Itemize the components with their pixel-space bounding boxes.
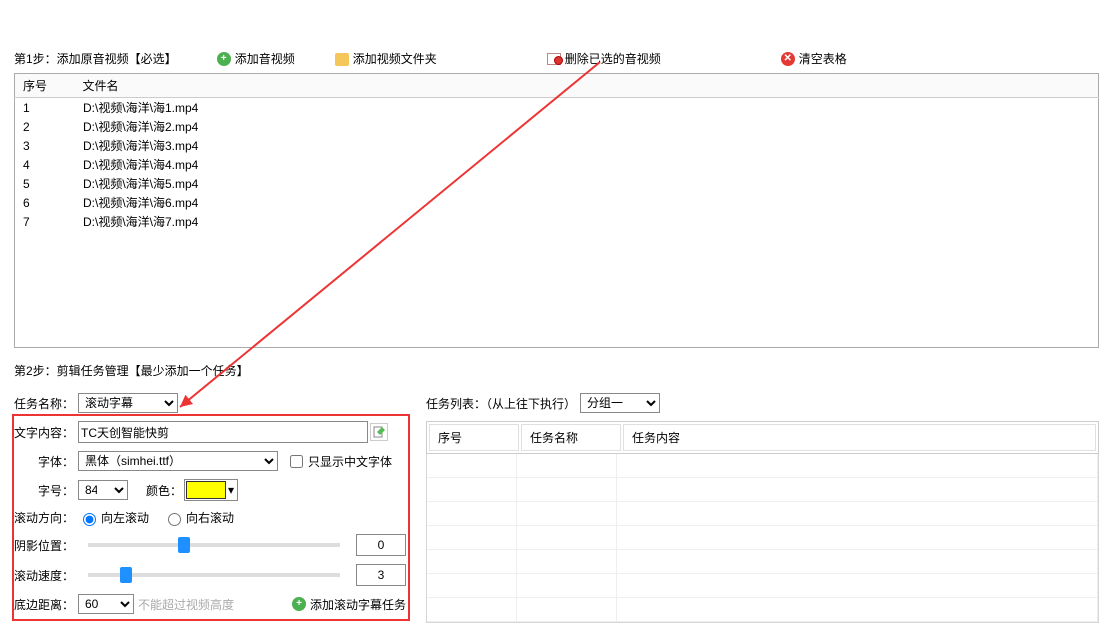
task-col-num[interactable]: 序号 — [429, 424, 519, 451]
shadow-label: 阴影位置： — [14, 537, 74, 554]
table-row[interactable]: 3D:\视频\海洋\海3.mp4 — [15, 136, 1098, 155]
delete-icon — [547, 53, 561, 65]
dropdown-icon: ▾ — [228, 483, 234, 497]
plus-icon: + — [292, 597, 306, 611]
add-scroll-task-label: 添加滚动字幕任务 — [310, 596, 406, 613]
file-table-body[interactable]: 1D:\视频\海洋\海1.mp42D:\视频\海洋\海2.mp43D:\视频\海… — [14, 98, 1099, 348]
table-row[interactable]: 7D:\视频\海洋\海7.mp4 — [15, 212, 1098, 231]
only-cn-label: 只显示中文字体 — [308, 453, 392, 470]
folder-icon — [335, 53, 349, 65]
direction-label: 滚动方向： — [14, 509, 74, 526]
delete-selected-button[interactable]: 删除已选的音视频 — [547, 50, 661, 67]
add-scroll-task-button[interactable]: + 添加滚动字幕任务 — [292, 596, 406, 613]
text-content-input[interactable] — [78, 421, 368, 443]
only-cn-checkbox[interactable]: 只显示中文字体 — [286, 452, 392, 471]
table-row[interactable]: 4D:\视频\海洋\海4.mp4 — [15, 155, 1098, 174]
table-row[interactable]: 1D:\视频\海洋\海1.mp4 — [15, 98, 1098, 117]
margin-select[interactable]: 60 — [78, 594, 134, 614]
scroll-left-radio[interactable]: 向左滚动 — [78, 509, 149, 526]
text-content-label: 文字内容： — [14, 424, 74, 441]
scroll-right-label: 向右滚动 — [186, 509, 234, 526]
color-swatch-icon — [186, 481, 226, 499]
task-list-label: 任务列表：（从上往下执行） — [426, 395, 576, 412]
table-row[interactable]: 5D:\视频\海洋\海5.mp4 — [15, 174, 1098, 193]
color-label: 颜色： — [146, 482, 182, 499]
task-name-label: 任务名称： — [14, 395, 74, 412]
step1-title: 第1步：添加原音视频【必选】 — [14, 50, 177, 67]
task-table: 序号 任务名称 任务内容 — [426, 421, 1099, 454]
task-col-content[interactable]: 任务内容 — [623, 424, 1096, 451]
add-folder-label: 添加视频文件夹 — [353, 50, 437, 67]
add-av-button[interactable]: + 添加音视频 — [217, 50, 295, 67]
scroll-left-label: 向左滚动 — [101, 509, 149, 526]
slider-thumb[interactable] — [120, 567, 132, 583]
edit-text-button[interactable] — [370, 423, 388, 441]
table-row[interactable]: 6D:\视频\海洋\海6.mp4 — [15, 193, 1098, 212]
shadow-slider[interactable] — [88, 543, 340, 547]
speed-label: 滚动速度： — [14, 567, 74, 584]
speed-slider[interactable] — [88, 573, 340, 577]
size-select[interactable]: 84 — [78, 480, 128, 500]
speed-value: 3 — [356, 564, 406, 586]
col-filename-header[interactable]: 文件名 — [75, 74, 1099, 98]
margin-label: 底边距离： — [14, 596, 74, 613]
edit-icon — [373, 426, 385, 438]
add-av-label: 添加音视频 — [235, 50, 295, 67]
plus-icon: + — [217, 52, 231, 66]
color-picker[interactable]: ▾ — [184, 479, 238, 501]
font-label: 字体： — [14, 453, 74, 470]
slider-thumb[interactable] — [178, 537, 190, 553]
close-icon: ✕ — [781, 52, 795, 66]
font-select[interactable]: 黑体（simhei.ttf） — [78, 451, 278, 471]
task-name-select[interactable]: 滚动字幕 — [78, 393, 178, 413]
task-col-name[interactable]: 任务名称 — [521, 424, 621, 451]
file-table-header: 序号 文件名 — [14, 73, 1099, 98]
clear-table-button[interactable]: ✕ 清空表格 — [781, 50, 847, 67]
margin-hint: 不能超过视频高度 — [138, 596, 234, 613]
table-row[interactable]: 2D:\视频\海洋\海2.mp4 — [15, 117, 1098, 136]
add-folder-button[interactable]: 添加视频文件夹 — [335, 50, 437, 67]
task-group-select[interactable]: 分组一 — [580, 393, 660, 413]
delete-selected-label: 删除已选的音视频 — [565, 50, 661, 67]
size-label: 字号： — [14, 482, 74, 499]
col-num-header[interactable]: 序号 — [15, 74, 75, 98]
clear-table-label: 清空表格 — [799, 50, 847, 67]
task-table-body[interactable] — [426, 454, 1099, 623]
shadow-value: 0 — [356, 534, 406, 556]
scroll-right-radio[interactable]: 向右滚动 — [163, 509, 234, 526]
step2-title: 第2步：剪辑任务管理【最少添加一个任务】 — [14, 362, 1099, 379]
